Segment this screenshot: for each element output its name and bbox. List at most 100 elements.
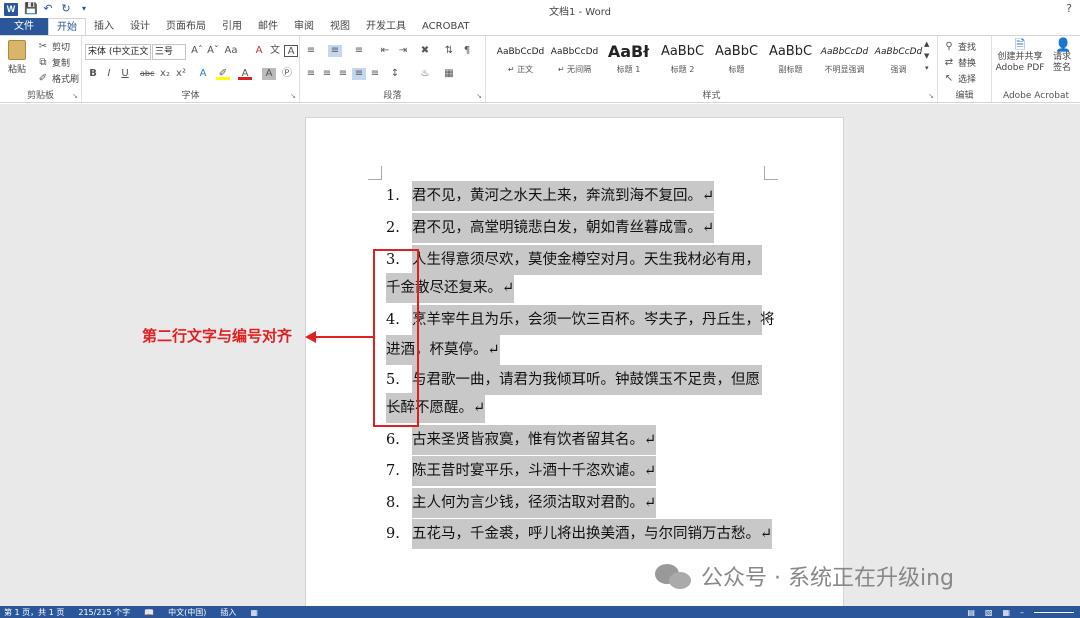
sort-button[interactable]: ⇅ [442,45,456,57]
shading-button[interactable]: ♨ [418,68,432,80]
decrease-indent-button[interactable]: ⇤ [378,45,392,57]
clipboard-launcher-icon[interactable]: ↘ [72,92,78,100]
page-count[interactable]: 第 1 页，共 1 页 [4,607,64,618]
copy-button[interactable]: ⧉ 复制 [36,56,70,70]
list-item-text[interactable]: 主人何为言少钱，径须沽取对君酌。↵ [412,488,657,518]
tab-review[interactable]: 审阅 [286,18,322,35]
select-button[interactable]: ↖ 选择 [942,72,976,86]
proofing-icon[interactable]: 📖 [144,608,154,617]
styles-scroll[interactable]: ▲ ▼ ▾ [924,40,929,72]
style-heading-1[interactable]: AaBł 标题 1 [598,40,659,84]
style-subtle-emphasis[interactable]: AaBbCcDd 不明显强调 [814,40,875,84]
line-spacing-button[interactable]: ↕ [388,68,402,80]
numbering-button[interactable]: ≡ [328,45,342,57]
paragraph-launcher-icon[interactable]: ↘ [476,92,482,100]
print-layout-icon[interactable]: ▧ [985,608,993,617]
find-button[interactable]: ⚲ 查找 [942,40,976,54]
clear-format-button[interactable]: A [252,45,266,57]
paste-button[interactable]: 粘贴 [4,40,30,75]
align-left-button[interactable]: ≡ [304,68,318,80]
distributed-button[interactable]: ≡ [368,68,382,80]
show-marks-button[interactable]: ¶ [460,45,474,57]
justify-button[interactable]: ≡ [352,68,366,80]
style-no-spacing[interactable]: AaBbCcDd ↵ 无间隔 [544,40,605,84]
styles-launcher-icon[interactable]: ↘ [928,92,934,100]
macro-icon[interactable]: ▦ [250,608,258,617]
styles-group-label: 样式 [702,91,721,101]
more-styles-icon[interactable]: ▾ [925,64,929,72]
tab-references[interactable]: 引用 [214,18,250,35]
tab-insert[interactable]: 插入 [86,18,122,35]
list-item-text[interactable]: 人生得意须尽欢，莫使金樽空对月。天生我材必有用， [412,245,762,275]
change-case-button[interactable]: Aa [224,45,238,57]
format-painter-button[interactable]: ✐ 格式刷 [36,72,79,86]
italic-button[interactable]: I [102,68,116,80]
list-item-text[interactable]: 君不见，高堂明镜悲白发，朝如青丝暮成雪。↵ [412,213,715,243]
list-item-text[interactable]: 陈王昔时宴平乐，斗酒十千恣欢谑。↵ [412,456,657,486]
style-normal[interactable]: AaBbCcDd ↵ 正文 [490,40,551,84]
tab-file[interactable]: 文件 [0,18,48,35]
list-item-text[interactable]: 与君歌一曲，请君为我倾耳听。钟鼓馔玉不足贵，但愿 [412,365,762,395]
replace-button[interactable]: ⇄ 替换 [942,56,976,70]
paragraph-group-label: 段落 [383,91,402,101]
font-size-combo[interactable]: 三号 [152,44,186,60]
phonetic-icon: 文 [270,45,280,56]
help-button[interactable]: ? [1066,2,1072,15]
tab-acrobat[interactable]: ACROBAT [414,18,478,35]
chinese-layout-button[interactable]: ✖ [418,45,432,57]
zoom-out-icon[interactable]: – [1020,608,1024,617]
insert-mode[interactable]: 插入 [220,607,236,618]
tab-developer[interactable]: 开发工具 [358,18,414,35]
multilevel-list-button[interactable]: ≡ [352,45,366,57]
scroll-up-icon[interactable]: ▲ [924,40,929,48]
request-signature-button[interactable]: 👤 请求 签名 [1048,39,1076,74]
list-item-text[interactable]: 烹羊宰牛且为乐，会须一饮三百杯。岑夫子，丹丘生，将 [412,305,775,335]
superscript-button[interactable]: x² [174,68,188,80]
word-count[interactable]: 215/215 个字 [78,607,130,618]
underline-button[interactable]: U [118,68,132,80]
tab-home[interactable]: 开始 [48,18,86,35]
highlight-button[interactable]: ✐ [216,68,230,80]
char-border-button[interactable]: A [284,45,298,57]
shrink-font-button[interactable]: Aˇ [206,45,220,57]
cut-button[interactable]: ✂ 剪切 [36,40,70,54]
font-launcher-icon[interactable]: ↘ [290,92,296,100]
char-shading-button[interactable]: A [262,68,276,80]
tab-mailings[interactable]: 邮件 [250,18,286,35]
tab-design[interactable]: 设计 [122,18,158,35]
tab-view[interactable]: 视图 [322,18,358,35]
borders-button[interactable]: ▦ [442,68,456,80]
language[interactable]: 中文(中国) [168,607,206,618]
tab-layout[interactable]: 页面布局 [158,18,214,35]
list-number: 6. [386,432,400,448]
subscript-icon: x₂ [160,68,170,79]
read-mode-icon[interactable]: ▤ [967,608,975,617]
list-number: 7. [386,463,400,479]
style-subtitle[interactable]: AaBbC 副标题 [760,40,821,84]
increase-indent-button[interactable]: ⇥ [396,45,410,57]
grow-font-button[interactable]: Aˆ [190,45,204,57]
scroll-down-icon[interactable]: ▼ [924,52,929,60]
font-group-label: 字体 [181,91,200,101]
align-center-button[interactable]: ≡ [320,68,334,80]
create-pdf-button[interactable]: 🗎 创建并共享 Adobe PDF [994,39,1046,74]
bold-button[interactable]: B [86,68,100,80]
font-color-button[interactable]: A [238,68,252,80]
subscript-button[interactable]: x₂ [158,68,172,80]
highlighter-icon: ✐ [216,68,230,80]
text-effects-button[interactable]: A [196,68,210,80]
font-name-combo[interactable]: 宋体 (中文正文 [85,44,151,60]
list-item-text[interactable]: 五花马，千金裘，呼儿将出换美酒，与尔同销万古愁。↵ [412,519,773,549]
style-emphasis[interactable]: AaBbCcDd 强调 [868,40,929,84]
zoom-slider[interactable] [1034,611,1074,613]
enclose-char-button[interactable]: Ⓟ [280,68,294,80]
style-title[interactable]: AaBbC 标题 [706,40,767,84]
list-item-text[interactable]: 古来圣贤皆寂寞，惟有饮者留其名。↵ [412,425,657,455]
bullets-button[interactable]: ≡ [304,45,318,57]
phonetic-guide-button[interactable]: 文 [268,45,282,57]
align-right-button[interactable]: ≡ [336,68,350,80]
web-layout-icon[interactable]: ▦ [1002,608,1010,617]
style-heading-2[interactable]: AaBbC 标题 2 [652,40,713,84]
strikethrough-button[interactable]: abc [140,68,154,80]
list-item-text[interactable]: 君不见，黄河之水天上来，奔流到海不复回。↵ [412,181,715,211]
